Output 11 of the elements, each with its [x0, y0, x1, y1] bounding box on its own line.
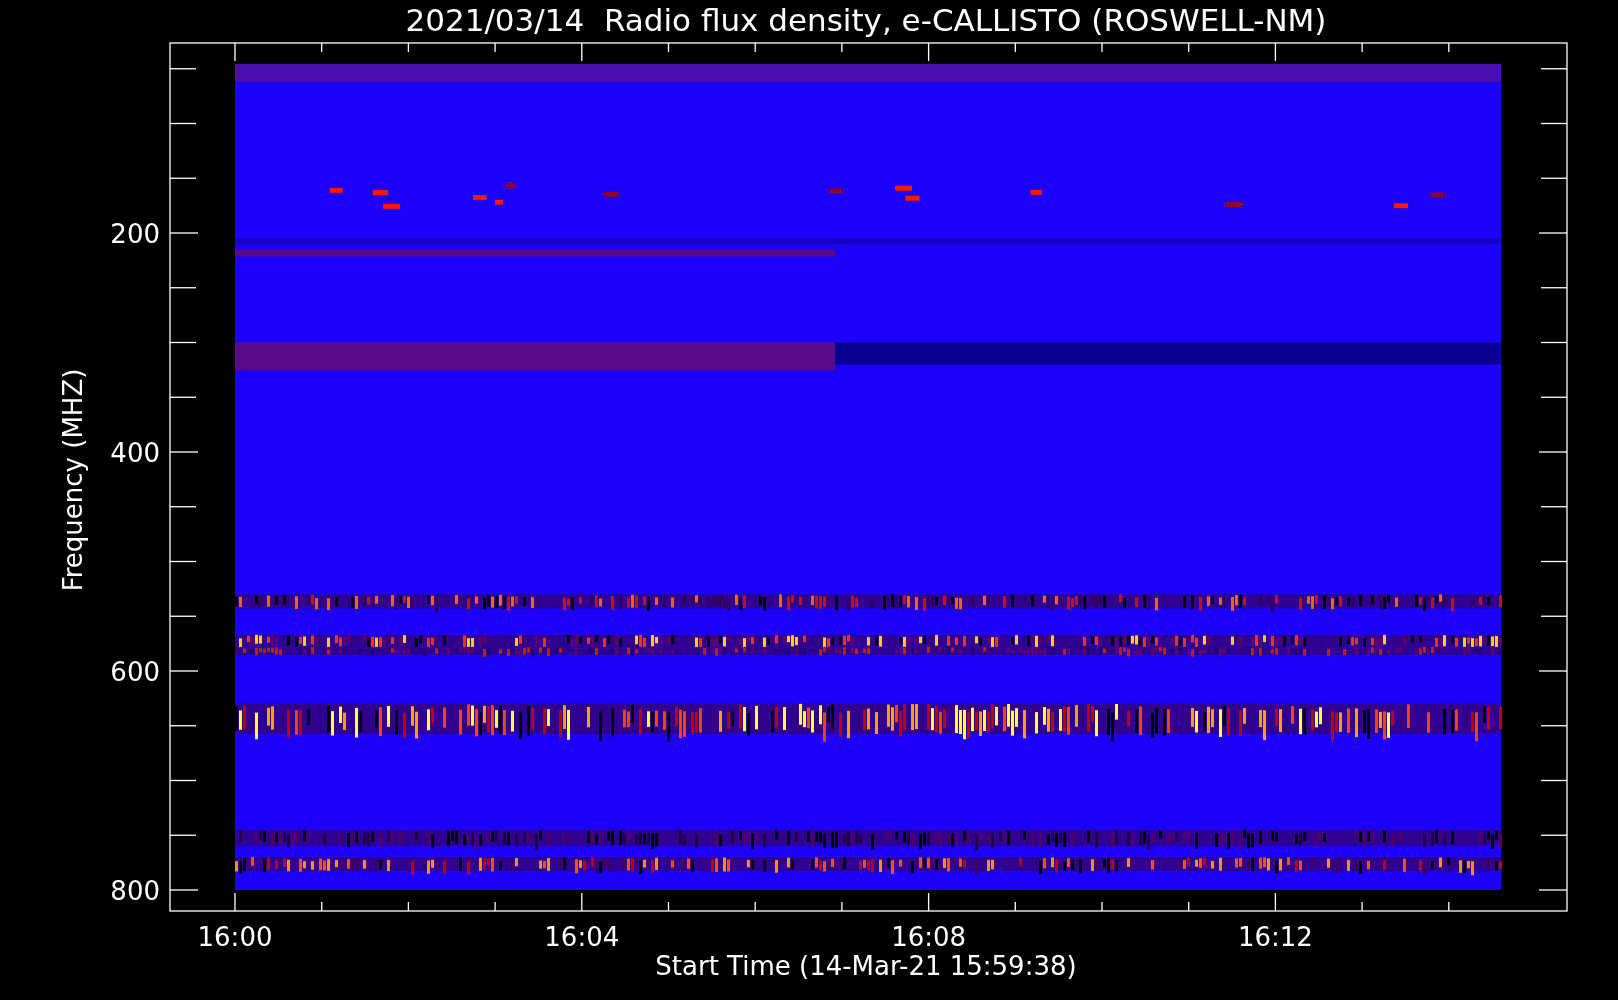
y-tick-label: 400	[110, 438, 160, 468]
chart-title: 2021/03/14 Radio flux density, e-CALLISTO (ROSWELL-NM)	[405, 2, 1327, 38]
x-tick-label: 16:04	[544, 922, 620, 952]
x-axis-title: Start Time (14-Mar-21 15:59:38)	[655, 951, 1077, 981]
y-axis-title: Frequency (MHZ)	[58, 368, 88, 592]
x-tick-label: 16:08	[891, 922, 967, 952]
x-tick-label: 16:00	[197, 922, 273, 952]
y-tick-label: 600	[110, 657, 160, 687]
y-tick-label: 200	[110, 219, 160, 249]
x-tick-label: 16:12	[1237, 922, 1313, 952]
y-tick-label: 800	[110, 876, 160, 906]
